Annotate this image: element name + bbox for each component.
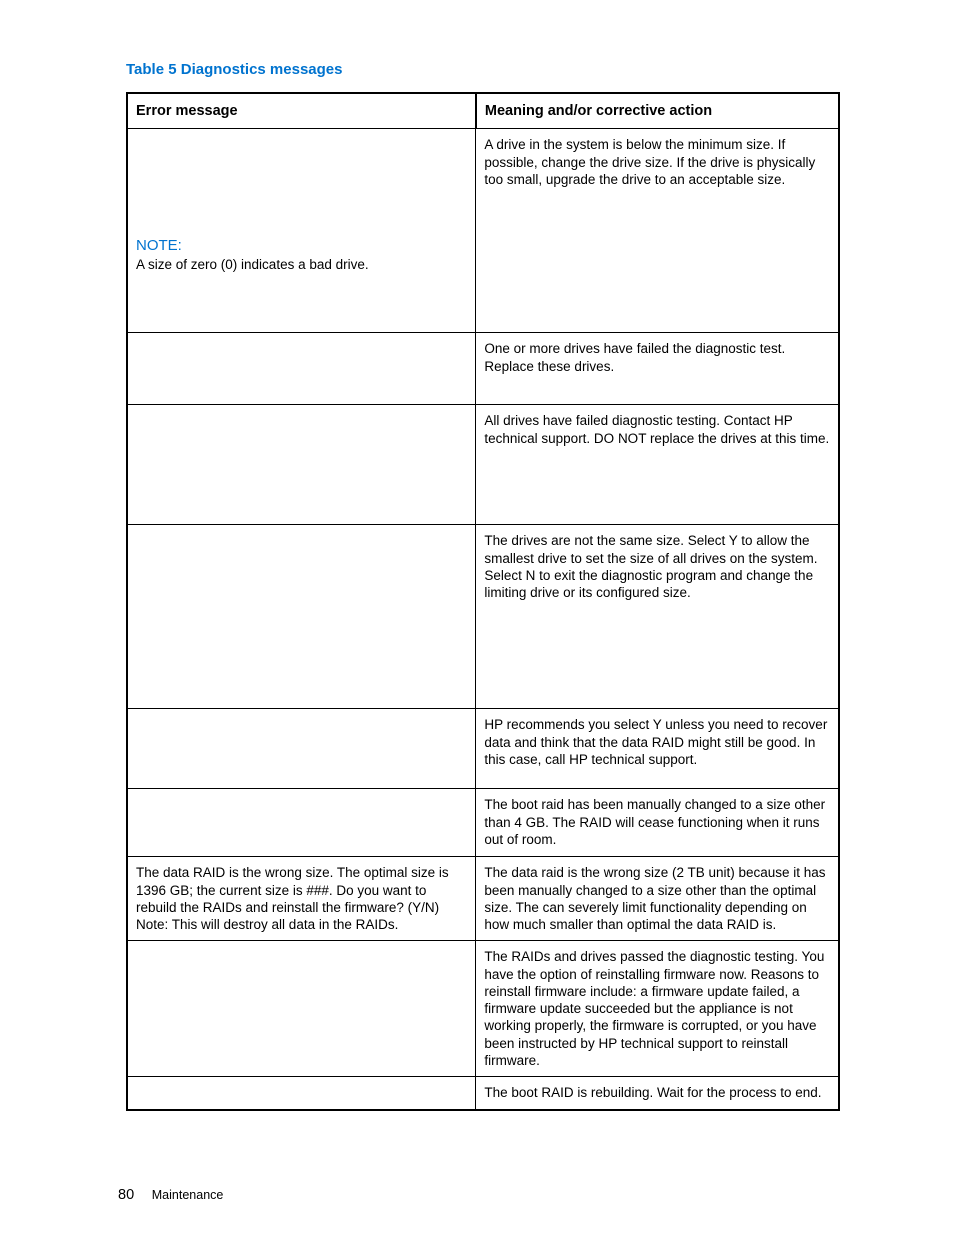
section-name: Maintenance	[152, 1188, 224, 1202]
cell-r1-error: NOTE: A size of zero (0) indicates a bad…	[127, 129, 476, 333]
note-block: NOTE: A size of zero (0) indicates a bad…	[136, 136, 467, 272]
cell-r6-error	[127, 789, 476, 857]
page-footer: 80 Maintenance	[118, 1186, 223, 1205]
header-error-message: Error message	[127, 93, 476, 129]
cell-r4-error	[127, 525, 476, 709]
cell-r5-action: HP recommends you select Y unless you ne…	[476, 709, 839, 789]
page-number: 80	[118, 1187, 134, 1203]
cell-r7-error: The data RAID is the wrong size. The opt…	[127, 857, 476, 941]
cell-r7-action: The data raid is the wrong size (2 TB un…	[476, 857, 839, 941]
cell-r8-error	[127, 941, 476, 1077]
cell-r5-error	[127, 709, 476, 789]
table-caption: Table 5 Diagnostics messages	[126, 60, 840, 80]
document-page: Table 5 Diagnostics messages Error messa…	[0, 0, 954, 1235]
cell-r4-action: The drives are not the same size. Select…	[476, 525, 839, 709]
cell-r8-action: The RAIDs and drives passed the diagnost…	[476, 941, 839, 1077]
cell-r3-error	[127, 405, 476, 525]
cell-r6-action: The boot raid has been manually changed …	[476, 789, 839, 857]
cell-r2-action: One or more drives have failed the diagn…	[476, 333, 839, 405]
note-text: A size of zero (0) indicates a bad drive…	[136, 256, 467, 273]
cell-r1-action: A drive in the system is below the minim…	[476, 129, 839, 333]
cell-r9-error	[127, 1077, 476, 1110]
cell-r3-action: All drives have failed diagnostic testin…	[476, 405, 839, 525]
header-meaning-action: Meaning and/or corrective action	[476, 93, 839, 129]
cell-r2-error	[127, 333, 476, 405]
diagnostics-table: Error message Meaning and/or corrective …	[126, 92, 840, 1111]
cell-r9-action: The boot RAID is rebuilding. Wait for th…	[476, 1077, 839, 1110]
note-label: NOTE:	[136, 236, 467, 255]
